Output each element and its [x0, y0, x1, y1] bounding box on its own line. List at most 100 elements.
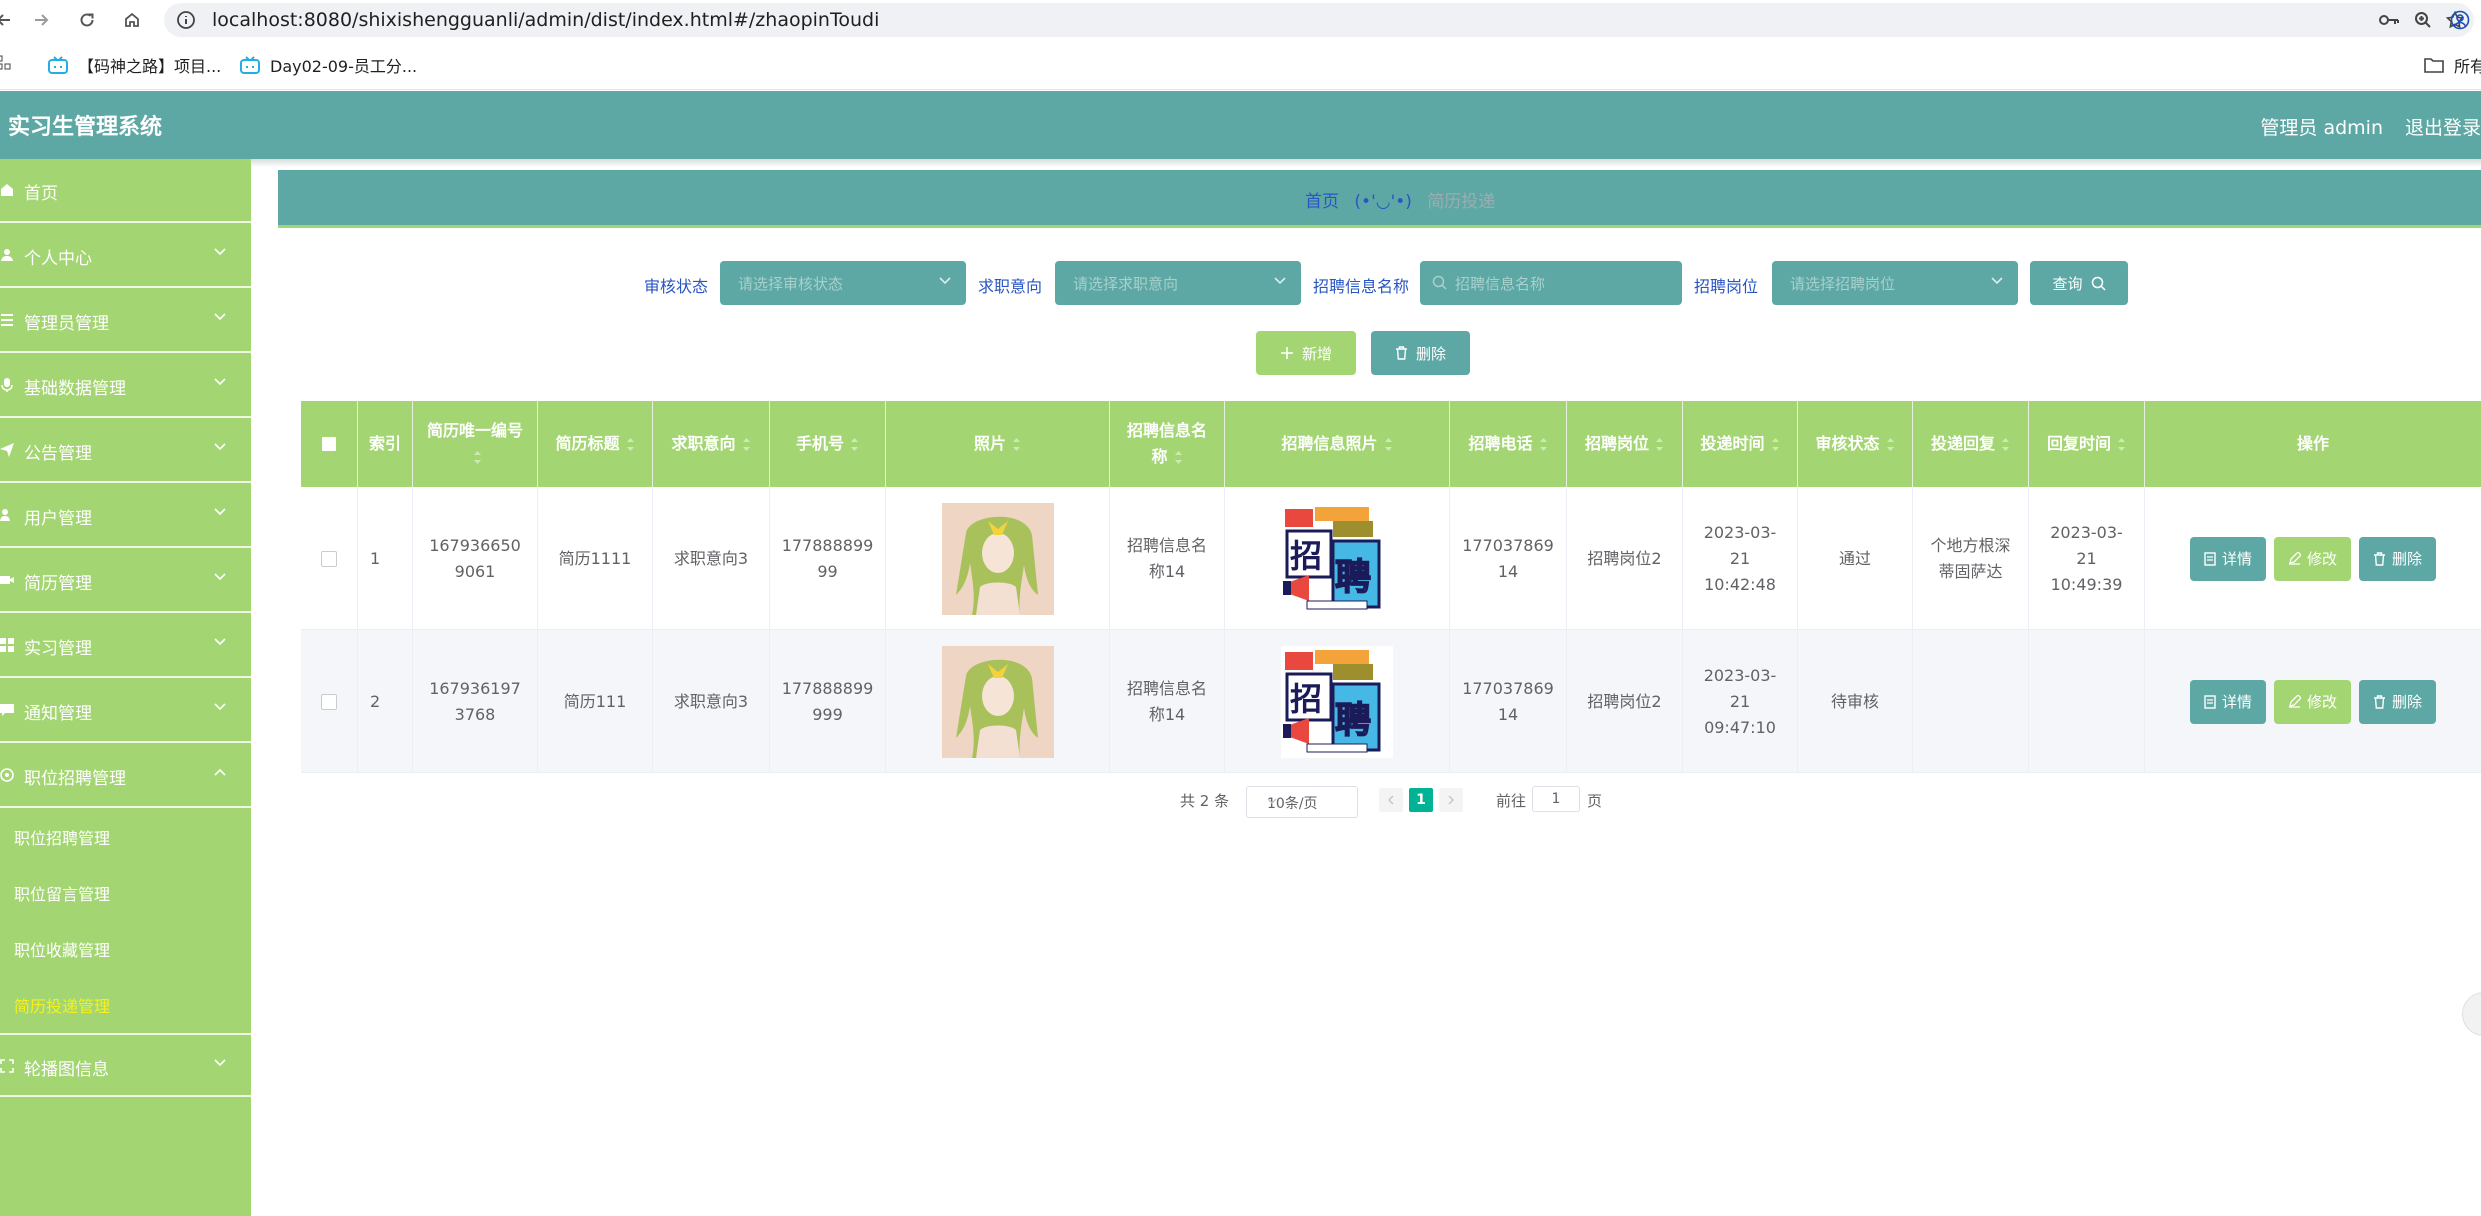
column-header[interactable]: 简历标题: [538, 401, 653, 487]
cell-reply-time: [2029, 630, 2145, 773]
svg-text:聘: 聘: [1335, 557, 1371, 598]
submenu-label: 简历投递管理: [14, 997, 111, 1016]
select-all-cell[interactable]: [301, 401, 358, 487]
column-header[interactable]: 投递时间: [1683, 401, 1798, 487]
sidebar-item-admin[interactable]: 管理员管理: [0, 289, 251, 353]
sidebar-item-resume[interactable]: 简历管理: [0, 549, 251, 613]
edit-button[interactable]: 修改: [2273, 536, 2351, 581]
sort-icon: [1886, 438, 1894, 451]
apps-grid-icon[interactable]: [0, 55, 12, 73]
submenu-label: 职位留言管理: [14, 885, 111, 904]
row-checkbox[interactable]: [321, 550, 337, 567]
column-header[interactable]: 回复时间: [2029, 401, 2145, 487]
sidebar-item-profile[interactable]: 个人中心: [0, 224, 251, 288]
column-header[interactable]: 招聘电话: [1450, 401, 1567, 487]
job-name-input[interactable]: 招聘信息名称: [1420, 261, 1682, 305]
cell-submit-time: 2023-03-21 09:47:10: [1683, 630, 1798, 773]
sidebar-item-basic-data[interactable]: 基础数据管理: [0, 354, 251, 418]
submenu-job-message[interactable]: 职位留言管理: [0, 865, 251, 921]
column-header[interactable]: 招聘信息照片: [1225, 401, 1450, 487]
back-icon[interactable]: [0, 6, 18, 34]
address-bar[interactable]: localhost:8080/shixishengguanli/admin/di…: [164, 3, 2474, 37]
password-key-icon[interactable]: [2378, 12, 2400, 28]
breadcrumb-home[interactable]: 首页: [1305, 192, 1339, 212]
sidebar-item-users[interactable]: 用户管理: [0, 484, 251, 548]
add-button-label: 新增: [1301, 344, 1332, 363]
detail-button[interactable]: 详情: [2189, 679, 2266, 724]
column-header[interactable]: 审核状态: [1798, 401, 1913, 487]
bookmark-item[interactable]: 【码神之路】项目...: [48, 53, 221, 77]
audit-status-select[interactable]: 请选择审核状态: [720, 261, 966, 305]
job-photo[interactable]: 招聘: [1281, 502, 1393, 615]
floating-helper-tab[interactable]: [2462, 992, 2481, 1036]
sidebar-item-carousel[interactable]: 轮播图信息: [0, 1033, 251, 1097]
cell-index: 2: [358, 630, 413, 773]
next-page-button[interactable]: [1439, 788, 1463, 812]
column-header[interactable]: 投递回复: [1913, 401, 2029, 487]
sidebar-item-job-recruitment[interactable]: 职位招聘管理: [0, 744, 251, 808]
submenu-resume-delivery[interactable]: 简历投递管理: [0, 977, 251, 1033]
detail-button[interactable]: 详情: [2189, 536, 2266, 581]
edit-button[interactable]: 修改: [2273, 679, 2351, 724]
bookmark-item[interactable]: Day02-09-员工分...: [240, 53, 417, 77]
job-name-label: 招聘信息名称: [1313, 277, 1410, 296]
sidebar: 首页 个人中心 管理员管理 基础数据管理 公告管理 用户管理 简历管理 实习管理…: [0, 159, 251, 1216]
svg-text:聘: 聘: [1335, 700, 1371, 741]
column-header[interactable]: 招聘岗位: [1567, 401, 1683, 487]
column-header[interactable]: 简历唯一编号: [413, 401, 538, 487]
sidebar-item-notice[interactable]: 公告管理: [0, 419, 251, 483]
row-delete-button[interactable]: 删除: [2359, 536, 2437, 581]
job-photo[interactable]: 招聘: [1281, 645, 1393, 758]
chevron-down-icon: [214, 443, 226, 451]
folder-label: 所有: [2454, 57, 2481, 76]
sidebar-item-internship[interactable]: 实习管理: [0, 614, 251, 678]
add-button[interactable]: 新增: [1256, 331, 1356, 375]
job-intent-select[interactable]: 请选择求职意向: [1055, 261, 1301, 305]
cell-job-photo: 招聘: [1225, 487, 1450, 630]
zoom-icon[interactable]: [2414, 11, 2432, 29]
chevron-down-icon: [214, 248, 226, 256]
submenu-job-favorites[interactable]: 职位收藏管理: [0, 921, 251, 977]
resume-photo[interactable]: [941, 502, 1054, 615]
row-checkbox-cell[interactable]: [301, 487, 358, 630]
query-button[interactable]: 查询: [2030, 261, 2128, 305]
select-all-checkbox[interactable]: [322, 437, 336, 451]
logout-button[interactable]: 退出登录: [2405, 113, 2481, 140]
sidebar-item-notification[interactable]: 通知管理: [0, 679, 251, 743]
site-info-icon[interactable]: [176, 10, 196, 30]
edit-icon: [2288, 552, 2301, 565]
row-checkbox[interactable]: [321, 693, 337, 710]
resume-photo[interactable]: [941, 645, 1054, 758]
goto-page-input[interactable]: 1: [1532, 786, 1580, 812]
batch-delete-button[interactable]: 删除: [1371, 331, 1470, 375]
sidebar-item-label: 基础数据管理: [24, 379, 126, 399]
cell-intent: 求职意向3: [653, 630, 770, 773]
table-row: 2 1679361973768 简历111 求职意向3 177888899999…: [301, 630, 2481, 773]
profile-icon[interactable]: [2446, 6, 2474, 34]
column-header[interactable]: 照片: [886, 401, 1110, 487]
chevron-down-icon: [214, 508, 226, 516]
sort-icon: [474, 451, 482, 464]
row-checkbox-cell[interactable]: [301, 630, 358, 773]
search-icon: [1432, 275, 1447, 290]
forward-icon[interactable]: [27, 6, 55, 34]
edit-label: 修改: [2306, 693, 2337, 711]
column-header[interactable]: 招聘信息名称: [1110, 401, 1225, 487]
row-delete-button[interactable]: 删除: [2359, 679, 2437, 724]
trash-icon: [1395, 346, 1408, 360]
chevron-down-icon: [214, 573, 226, 581]
page-number-current[interactable]: 1: [1409, 788, 1433, 812]
column-header[interactable]: 手机号: [770, 401, 886, 487]
reload-icon[interactable]: [73, 6, 101, 34]
cell-post: 招聘岗位2: [1567, 630, 1683, 773]
home-browser-icon[interactable]: [118, 6, 146, 34]
post-select[interactable]: 请选择招聘岗位: [1772, 261, 2018, 305]
page-size-select[interactable]: 10条/页: [1246, 786, 1358, 818]
sidebar-item-home[interactable]: 首页: [0, 159, 251, 223]
prev-page-button[interactable]: [1379, 788, 1403, 812]
trash-icon: [2373, 551, 2386, 566]
column-header[interactable]: 求职意向: [653, 401, 770, 487]
all-bookmarks-folder[interactable]: 所有: [2424, 53, 2481, 77]
submenu-job-recruitment[interactable]: 职位招聘管理: [0, 809, 251, 865]
fullscreen-icon: [0, 1059, 14, 1073]
